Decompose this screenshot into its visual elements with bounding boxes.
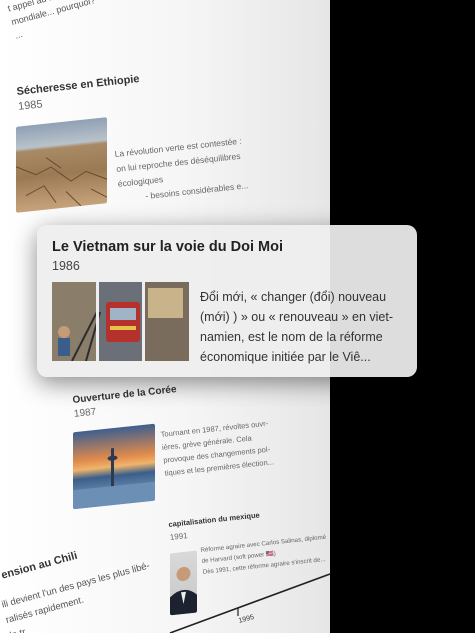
event-chili-title: ension au Chili [0, 550, 79, 582]
card-year: 1986 [52, 259, 80, 273]
event-coree-title-block: Ouverture de la Corée 1987 [72, 384, 179, 420]
event-mexique-text: Réforme agraire avec Carlos Salinas, dip… [200, 532, 329, 578]
event-coree-text: Tournant en 1987, révoltes ouvr- ières, … [160, 417, 274, 480]
train-street-image[interactable] [52, 282, 189, 361]
salinas-portrait-image[interactable] [170, 550, 197, 616]
card-title: Le Vietnam sur la voie du Doi Moi [52, 239, 283, 255]
cracked-earth-icon [16, 157, 107, 207]
event-popup-card[interactable]: Le Vietnam sur la voie du Doi Moi 1986 Đ… [37, 225, 417, 377]
seoul-tower-image[interactable] [73, 423, 155, 510]
axis-year: 1995 [238, 613, 255, 625]
event-ethiopie-text: La révolution verte est contestée : on l… [114, 133, 249, 206]
drought-image[interactable] [16, 117, 107, 213]
train-icon [52, 282, 189, 361]
event-mexique-title-block: capitalisation du mexique 1991 [168, 510, 262, 541]
axis-year-label: 1995 [238, 614, 255, 625]
card-description: Đổi mới, « changer (đổi) nouveau (mới) )… [200, 290, 394, 364]
event-ethiopie-title-block: Sécheresse en Ethiopie 1985 [16, 73, 142, 113]
person-icon [170, 566, 197, 616]
top-snippet: t appel au FMI, en état d'urgence mondia… [6, 0, 144, 43]
event-title[interactable]: ension au Chili [0, 550, 79, 582]
tower-icon [73, 448, 155, 510]
